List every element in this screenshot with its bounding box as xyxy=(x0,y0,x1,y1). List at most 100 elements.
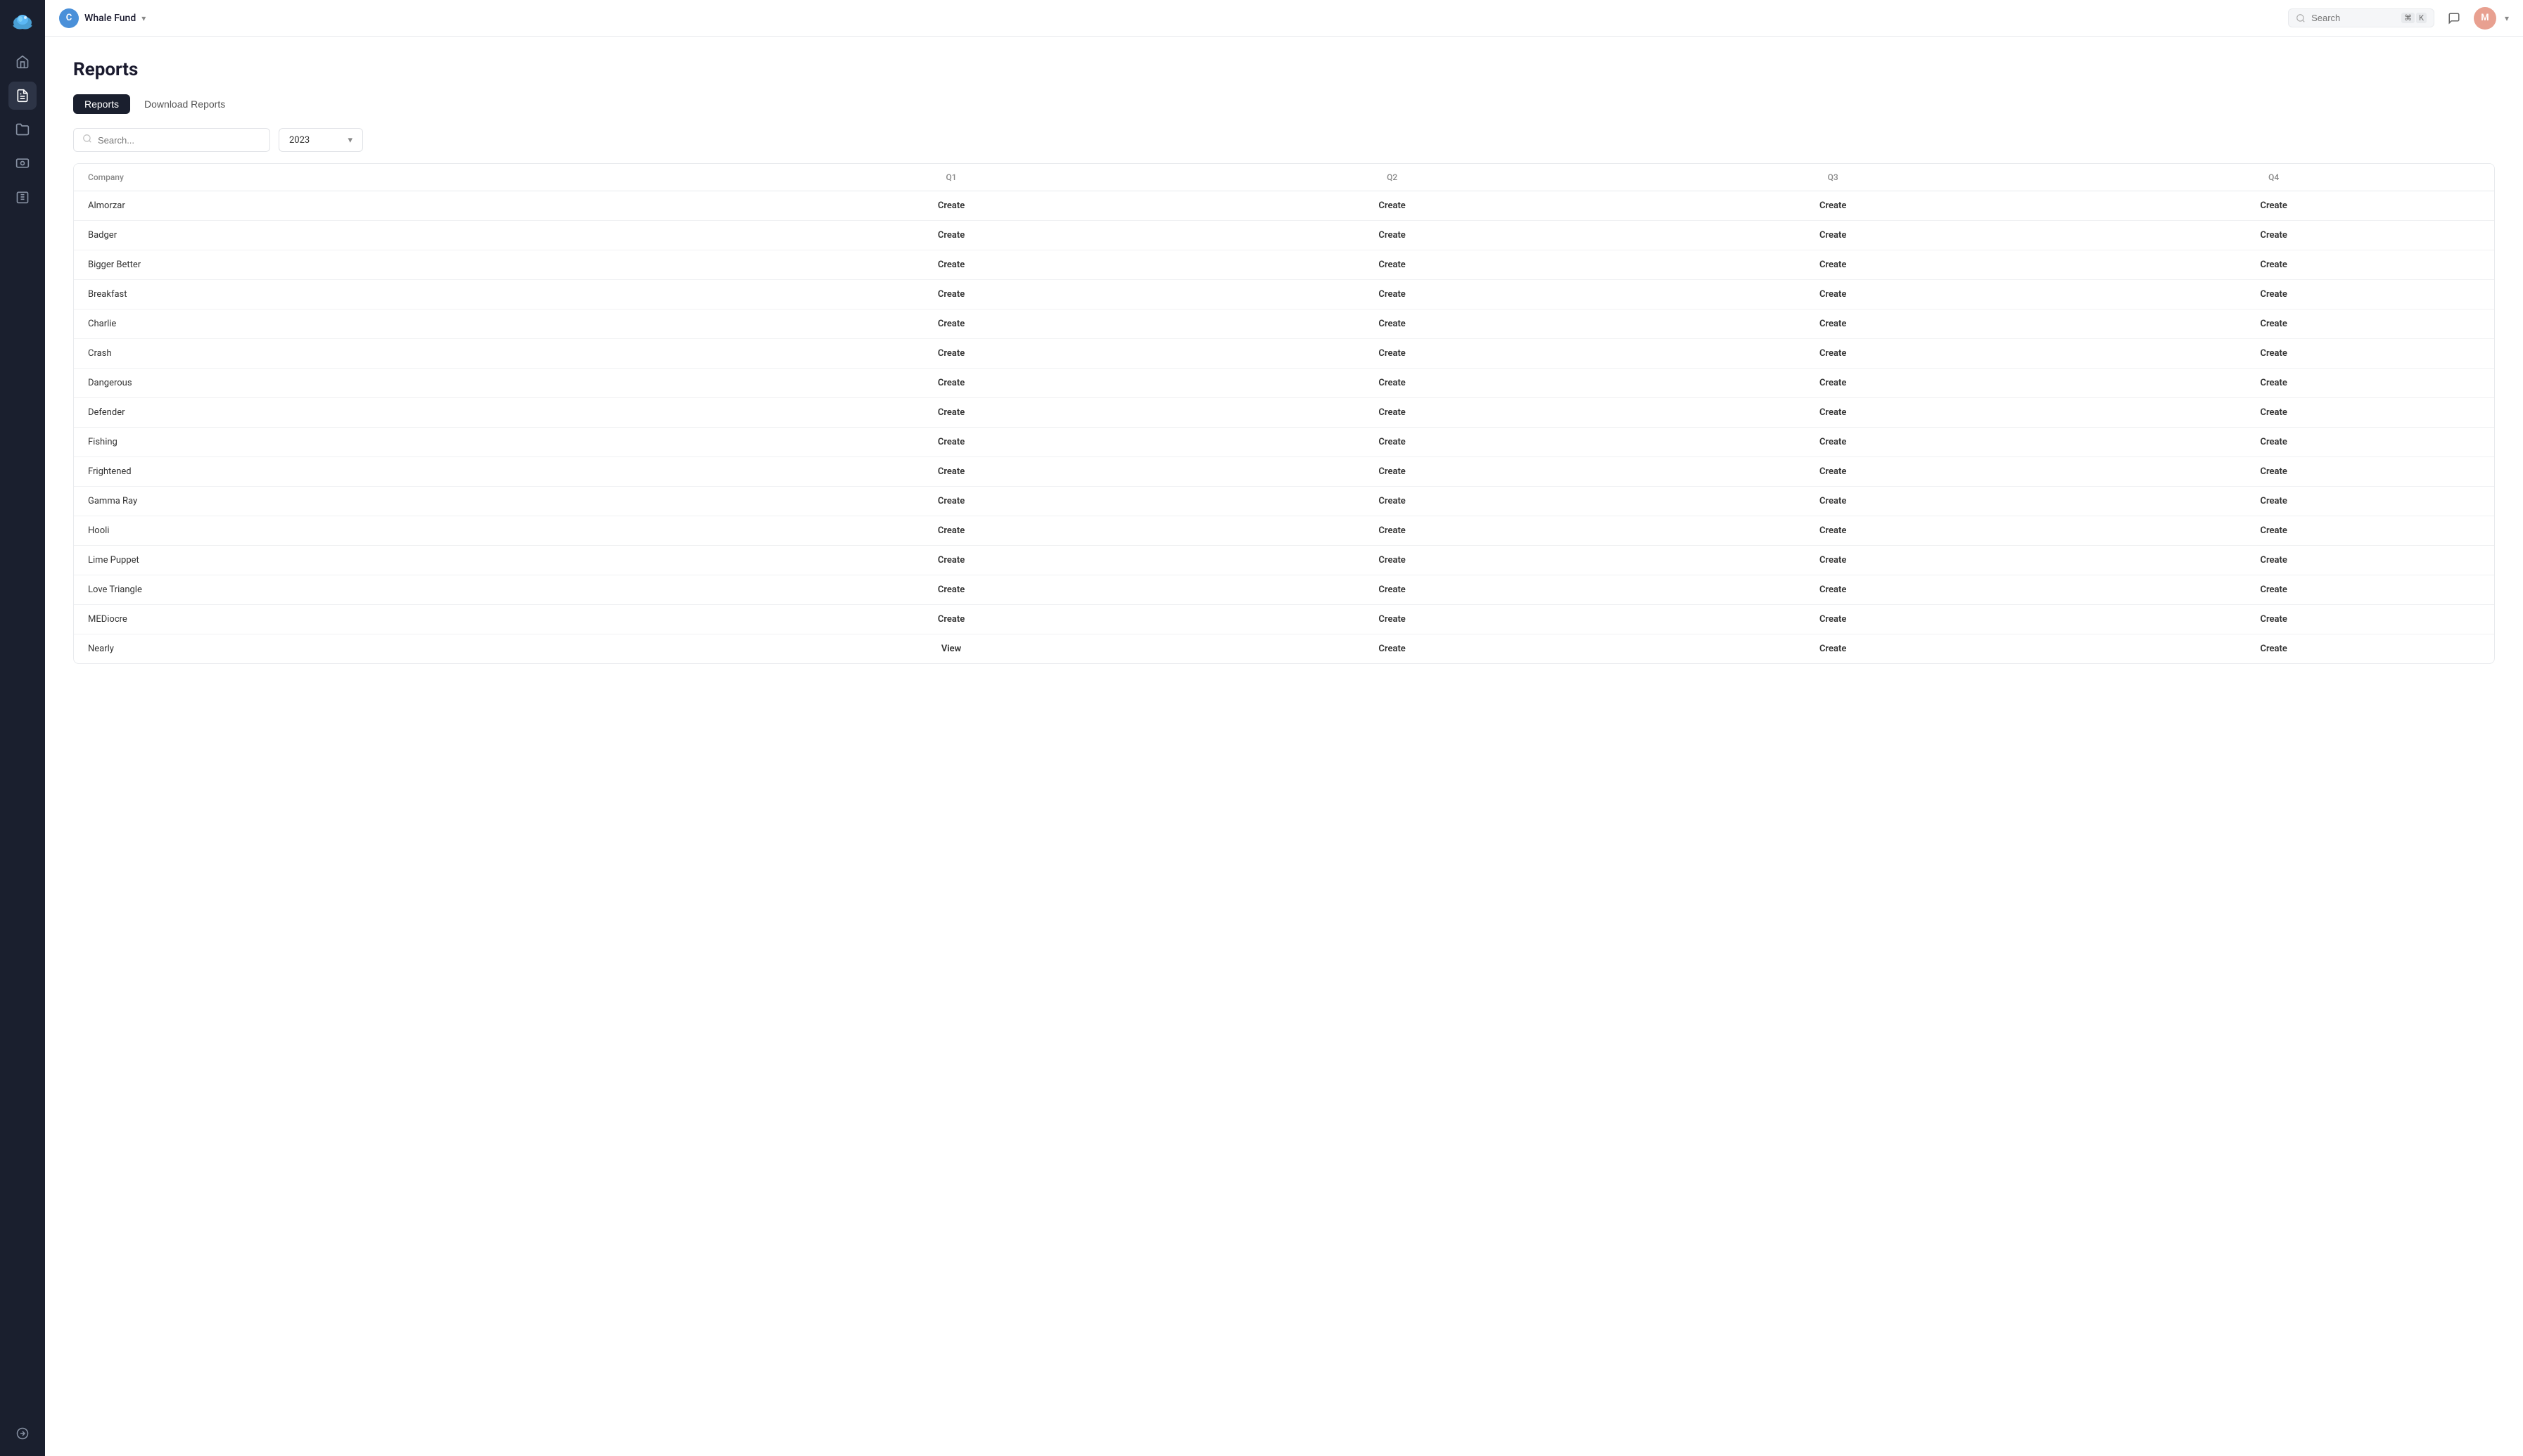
create-button[interactable]: Create xyxy=(2261,348,2287,359)
search-shortcut: ⌘ K xyxy=(2401,13,2427,23)
create-button[interactable]: Create xyxy=(1378,466,1405,477)
create-button[interactable]: Create xyxy=(938,437,965,447)
sidebar-item-doc[interactable] xyxy=(8,183,37,211)
fund-selector[interactable]: C Whale Fund ▾ xyxy=(59,8,146,28)
create-button[interactable]: Create xyxy=(1819,496,1846,506)
create-button[interactable]: Create xyxy=(938,230,965,241)
create-button[interactable]: Create xyxy=(1819,614,1846,625)
create-button[interactable]: Create xyxy=(2261,319,2287,329)
create-button[interactable]: Create xyxy=(1378,644,1405,654)
q2-action-cell: Create xyxy=(1171,309,1613,339)
tab-download-reports[interactable]: Download Reports xyxy=(133,94,236,114)
create-button[interactable]: Create xyxy=(2261,585,2287,595)
year-selector[interactable]: 2023 ▾ xyxy=(279,128,363,152)
create-button[interactable]: Create xyxy=(938,525,965,536)
sidebar-item-money[interactable] xyxy=(8,149,37,177)
header-search[interactable]: ⌘ K xyxy=(2288,8,2434,27)
create-button[interactable]: Create xyxy=(2261,496,2287,506)
create-button[interactable]: Create xyxy=(938,348,965,359)
company-search-input[interactable] xyxy=(98,135,261,146)
create-button[interactable]: Create xyxy=(1819,378,1846,388)
create-button[interactable]: Create xyxy=(1819,585,1846,595)
view-button[interactable]: View xyxy=(941,644,961,654)
q4-action-cell: Create xyxy=(2053,457,2494,487)
create-button[interactable]: Create xyxy=(1378,348,1405,359)
create-button[interactable]: Create xyxy=(1378,407,1405,418)
fund-chevron-icon: ▾ xyxy=(141,13,146,23)
create-button[interactable]: Create xyxy=(1819,466,1846,477)
header-search-icon xyxy=(2296,13,2306,23)
create-button[interactable]: Create xyxy=(938,200,965,211)
create-button[interactable]: Create xyxy=(2261,644,2287,654)
create-button[interactable]: Create xyxy=(1378,525,1405,536)
create-button[interactable]: Create xyxy=(1819,289,1846,300)
create-button[interactable]: Create xyxy=(1378,437,1405,447)
create-button[interactable]: Create xyxy=(1378,319,1405,329)
create-button[interactable]: Create xyxy=(938,319,965,329)
create-button[interactable]: Create xyxy=(2261,437,2287,447)
create-button[interactable]: Create xyxy=(1378,230,1405,241)
company-cell: Breakfast xyxy=(74,280,731,309)
header-search-input[interactable] xyxy=(2311,13,2396,23)
create-button[interactable]: Create xyxy=(938,614,965,625)
create-button[interactable]: Create xyxy=(938,378,965,388)
sidebar-item-folder[interactable] xyxy=(8,115,37,143)
create-button[interactable]: Create xyxy=(938,260,965,270)
create-button[interactable]: Create xyxy=(1819,319,1846,329)
create-button[interactable]: Create xyxy=(1819,525,1846,536)
create-button[interactable]: Create xyxy=(1819,230,1846,241)
company-search[interactable] xyxy=(73,128,270,152)
q1-action-cell: Create xyxy=(731,516,1172,546)
create-button[interactable]: Create xyxy=(1819,348,1846,359)
q2-action-cell: Create xyxy=(1171,191,1613,221)
q4-action-cell: Create xyxy=(2053,339,2494,369)
create-button[interactable]: Create xyxy=(2261,407,2287,418)
create-button[interactable]: Create xyxy=(2261,525,2287,536)
table-row: AlmorzarCreateCreateCreateCreate xyxy=(74,191,2494,221)
create-button[interactable]: Create xyxy=(1378,260,1405,270)
create-button[interactable]: Create xyxy=(1378,289,1405,300)
create-button[interactable]: Create xyxy=(1378,555,1405,566)
tab-reports[interactable]: Reports xyxy=(73,94,130,114)
create-button[interactable]: Create xyxy=(1378,585,1405,595)
create-button[interactable]: Create xyxy=(938,585,965,595)
create-button[interactable]: Create xyxy=(1378,496,1405,506)
create-button[interactable]: Create xyxy=(1378,378,1405,388)
q3-action-cell: Create xyxy=(1613,309,2054,339)
create-button[interactable]: Create xyxy=(2261,555,2287,566)
header-icons: M ▾ xyxy=(2443,7,2509,30)
create-button[interactable]: Create xyxy=(938,496,965,506)
create-button[interactable]: Create xyxy=(1819,200,1846,211)
create-button[interactable]: Create xyxy=(2261,260,2287,270)
create-button[interactable]: Create xyxy=(1819,260,1846,270)
create-button[interactable]: Create xyxy=(938,466,965,477)
create-button[interactable]: Create xyxy=(2261,378,2287,388)
company-cell: Nearly xyxy=(74,634,731,664)
create-button[interactable]: Create xyxy=(2261,289,2287,300)
table-row: Gamma RayCreateCreateCreateCreate xyxy=(74,487,2494,516)
col-q1: Q1 xyxy=(731,164,1172,191)
notifications-button[interactable] xyxy=(2443,7,2465,30)
company-cell: MEDiocre xyxy=(74,605,731,634)
create-button[interactable]: Create xyxy=(2261,200,2287,211)
sidebar-item-reports[interactable] xyxy=(8,82,37,110)
create-button[interactable]: Create xyxy=(938,407,965,418)
create-button[interactable]: Create xyxy=(1819,644,1846,654)
create-button[interactable]: Create xyxy=(1378,614,1405,625)
q1-action-cell: View xyxy=(731,634,1172,664)
create-button[interactable]: Create xyxy=(1378,200,1405,211)
create-button[interactable]: Create xyxy=(1819,407,1846,418)
create-button[interactable]: Create xyxy=(938,289,965,300)
col-q3: Q3 xyxy=(1613,164,2054,191)
create-button[interactable]: Create xyxy=(2261,614,2287,625)
page-title: Reports xyxy=(73,59,2495,80)
sidebar-item-home[interactable] xyxy=(8,48,37,76)
table-row: CharlieCreateCreateCreateCreate xyxy=(74,309,2494,339)
create-button[interactable]: Create xyxy=(1819,555,1846,566)
create-button[interactable]: Create xyxy=(2261,230,2287,241)
sidebar-item-expand[interactable] xyxy=(8,1419,37,1448)
create-button[interactable]: Create xyxy=(1819,437,1846,447)
user-avatar[interactable]: M xyxy=(2474,7,2496,30)
create-button[interactable]: Create xyxy=(2261,466,2287,477)
create-button[interactable]: Create xyxy=(938,555,965,566)
